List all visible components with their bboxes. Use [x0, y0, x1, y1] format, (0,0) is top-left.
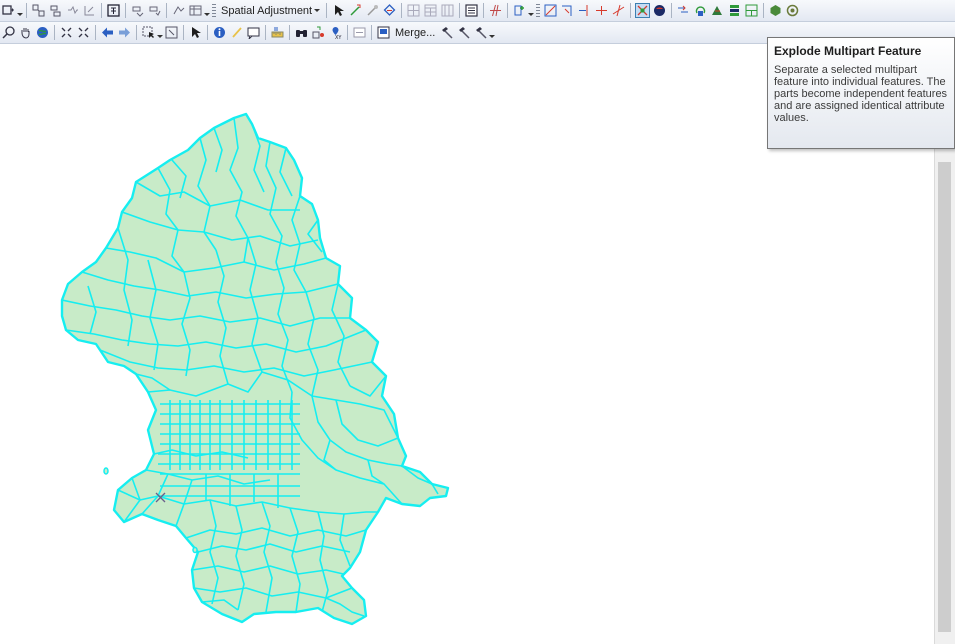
forward-arrow-icon[interactable]: [117, 25, 132, 40]
separator: [207, 25, 208, 40]
find-binoculars-icon[interactable]: [294, 25, 309, 40]
separator: [54, 25, 55, 40]
separator: [265, 25, 266, 40]
align-edge-icon[interactable]: [727, 3, 742, 18]
select-features-icon[interactable]: [141, 25, 156, 40]
buffer-icon[interactable]: [785, 3, 800, 18]
attribute-transfer-icon[interactable]: [106, 3, 121, 18]
separator: [125, 3, 126, 18]
clear-selection-icon[interactable]: [164, 25, 179, 40]
grid-attribute-icon[interactable]: [440, 3, 455, 18]
reshape-feature-icon[interactable]: [543, 3, 558, 18]
identity-link-icon[interactable]: [147, 3, 162, 18]
georeference-icon[interactable]: [1, 3, 16, 18]
toolbar-grip[interactable]: [536, 4, 541, 17]
separator: [507, 3, 509, 18]
line-intersection-icon[interactable]: [611, 3, 626, 18]
modify-link-icon[interactable]: [365, 3, 380, 18]
separator: [763, 3, 765, 18]
separator: [95, 25, 96, 40]
separator: [401, 3, 403, 18]
rotate-icon[interactable]: [693, 3, 708, 18]
trim-icon[interactable]: [560, 3, 575, 18]
time-slider-icon[interactable]: [352, 25, 367, 40]
island: [103, 467, 109, 475]
separator: [671, 3, 673, 18]
new-displacement-link-icon[interactable]: [130, 3, 145, 18]
chevron-down-icon: [314, 9, 321, 12]
separator: [347, 25, 348, 40]
scrollbar-thumb[interactable]: [938, 162, 951, 632]
separator: [326, 3, 328, 18]
hammer-icon[interactable]: [456, 25, 471, 40]
topology-edit-icon[interactable]: [488, 3, 503, 18]
extend-icon[interactable]: [577, 3, 592, 18]
limited-adjustment-icon[interactable]: [171, 3, 186, 18]
svg-text:XY: XY: [335, 35, 342, 39]
separator: [166, 3, 167, 18]
back-arrow-icon[interactable]: [100, 25, 115, 40]
fillet-icon[interactable]: [744, 3, 759, 18]
spatial-adjustment-label: Spatial Adjustment: [221, 4, 313, 17]
find-route-icon[interactable]: [311, 25, 326, 40]
editing-toolbar: Spatial Adjustment: [0, 0, 955, 22]
copy-parallel-icon[interactable]: [676, 3, 691, 18]
grid-icon[interactable]: [406, 3, 421, 18]
merge-button[interactable]: Merge...: [392, 27, 438, 39]
chevron-down-icon[interactable]: [204, 3, 210, 18]
scale-icon[interactable]: [710, 3, 725, 18]
tooltip-body: Separate a selected multipart feature in…: [774, 64, 948, 124]
multi-displacement-icon[interactable]: [382, 3, 397, 18]
select-elements-icon[interactable]: [188, 25, 203, 40]
view-links-table-icon[interactable]: [188, 3, 203, 18]
separator: [289, 25, 290, 40]
clip-icon[interactable]: [768, 3, 783, 18]
rubber-sheet-icon[interactable]: [65, 3, 80, 18]
identify-icon[interactable]: [212, 25, 227, 40]
new-displacement-icon[interactable]: [348, 3, 363, 18]
explode-multipart-feature-icon[interactable]: [635, 3, 651, 18]
zoom-out-icon[interactable]: [1, 25, 16, 40]
chevron-down-icon[interactable]: [157, 25, 163, 40]
separator: [136, 25, 137, 40]
split-icon[interactable]: [594, 3, 609, 18]
separator: [483, 3, 485, 18]
edge-match-icon[interactable]: [82, 3, 97, 18]
hyperlink-icon[interactable]: [229, 25, 244, 40]
fixed-zoom-out-icon[interactable]: [76, 25, 91, 40]
island: [192, 546, 198, 554]
measure-icon[interactable]: [270, 25, 285, 40]
separator: [630, 3, 632, 18]
tooltip-title: Explode Multipart Feature: [774, 44, 922, 58]
html-popup-icon[interactable]: [246, 25, 261, 40]
chevron-down-icon[interactable]: [528, 3, 534, 18]
fixed-zoom-in-icon[interactable]: [59, 25, 74, 40]
add-topology-icon[interactable]: [512, 3, 527, 18]
separator: [26, 3, 27, 18]
chevron-down-icon[interactable]: [17, 3, 23, 18]
hammer-icon[interactable]: [439, 25, 454, 40]
link-table-icon[interactable]: [31, 3, 46, 18]
transform-icon[interactable]: [48, 3, 63, 18]
separator: [183, 25, 184, 40]
generalize-icon[interactable]: [652, 3, 667, 18]
toolbar-grip[interactable]: [212, 4, 216, 17]
attributes-table-icon[interactable]: [464, 3, 479, 18]
separator: [101, 3, 102, 18]
chevron-down-icon[interactable]: [489, 25, 495, 40]
tooltip: Explode Multipart Feature Separate a sel…: [767, 37, 955, 149]
spatial-adjustment-menu[interactable]: Spatial Adjustment: [218, 5, 323, 17]
grid-split-icon[interactable]: [423, 3, 438, 18]
separator: [371, 25, 372, 40]
separator: [459, 3, 461, 18]
pan-icon[interactable]: [18, 25, 33, 40]
hammer-icon[interactable]: [473, 25, 488, 40]
select-elements-icon[interactable]: [331, 3, 346, 18]
go-to-xy-icon[interactable]: XY: [328, 25, 343, 40]
viewer-window-icon[interactable]: [376, 25, 391, 40]
full-extent-icon[interactable]: [35, 25, 50, 40]
